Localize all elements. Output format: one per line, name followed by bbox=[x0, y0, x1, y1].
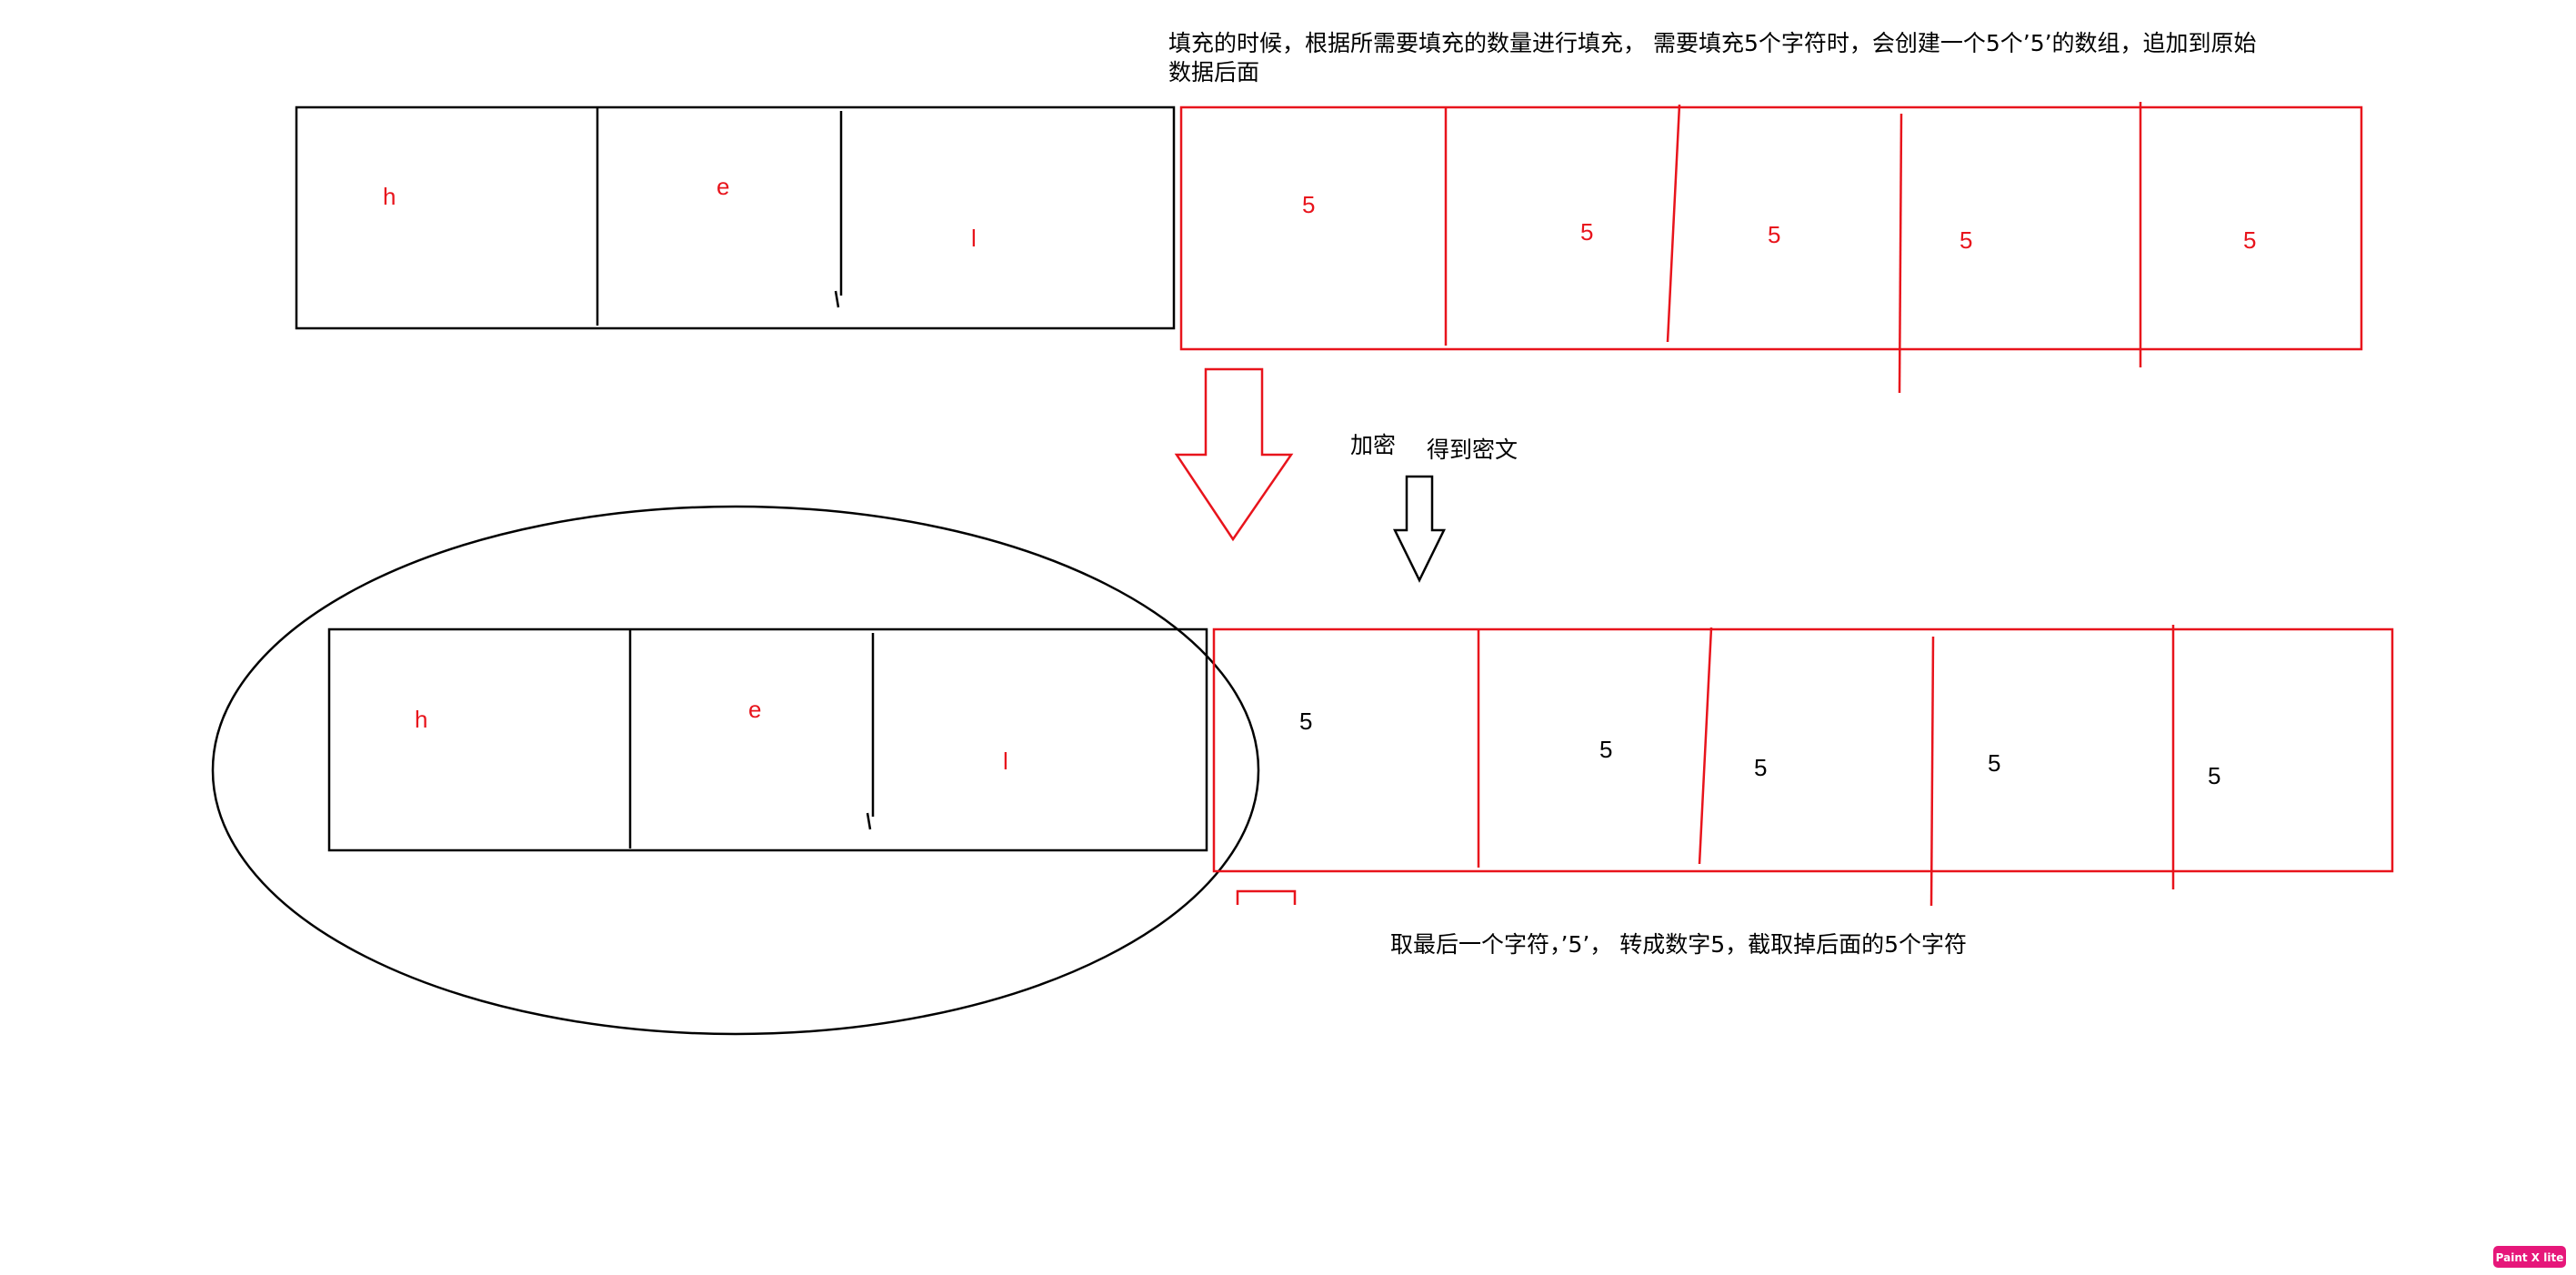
result-padding-box bbox=[1212, 627, 2394, 873]
result-padding-block: 5 5 5 5 5 bbox=[1212, 625, 2394, 907]
original-divider-tick bbox=[834, 290, 840, 308]
padding-block: 5 5 5 5 5 bbox=[1179, 102, 2363, 394]
last-char-bracket bbox=[1236, 889, 1297, 905]
original-data-block: h e l bbox=[295, 105, 1176, 330]
padding-note-line-1: 填充的时候，根据所需要填充的数量进行填充， 需要填充5个字符时，会创建一个5个’… bbox=[1168, 30, 2257, 56]
padding-divider-2 bbox=[1666, 104, 1681, 343]
recovered-data-ellipse bbox=[211, 505, 1260, 1036]
result-padding-cell-5: 5 bbox=[2208, 762, 2220, 789]
padding-cell-1: 5 bbox=[1302, 191, 1315, 218]
padding-cell-2: 5 bbox=[1580, 218, 1593, 246]
result-padding-divider-3 bbox=[1929, 636, 1935, 907]
result-cell-l: l bbox=[1003, 748, 1008, 775]
result-data-block: h e l bbox=[327, 627, 1208, 852]
original-cell-l: l bbox=[971, 225, 977, 252]
original-cell-e: e bbox=[717, 173, 729, 200]
padding-cell-3: 5 bbox=[1768, 221, 1780, 248]
padding-divider-3 bbox=[1898, 113, 1903, 394]
result-cell-e: e bbox=[748, 696, 761, 723]
result-divider-tick bbox=[866, 812, 872, 830]
result-data-box bbox=[327, 627, 1208, 852]
original-cell-h: h bbox=[383, 183, 396, 210]
result-padding-cell-2: 5 bbox=[1599, 736, 1612, 763]
watermark-label: Paint X lite bbox=[2496, 1251, 2564, 1264]
red-down-arrow-icon bbox=[1174, 367, 1294, 542]
ciphertext-label: 得到密文 bbox=[1427, 437, 1518, 463]
padding-note-line-2: 数据后面 bbox=[1168, 59, 1259, 85]
result-padding-cell-3: 5 bbox=[1754, 754, 1767, 781]
padding-diagram: 填充的时候，根据所需要填充的数量进行填充， 需要填充5个字符时，会创建一个5个’… bbox=[211, 30, 2566, 1268]
padding-cell-4: 5 bbox=[1960, 226, 1972, 254]
result-padding-divider-2 bbox=[1698, 627, 1713, 865]
encrypt-label: 加密 bbox=[1350, 432, 1396, 458]
result-padding-cell-1: 5 bbox=[1299, 708, 1312, 735]
padding-cell-5: 5 bbox=[2243, 226, 2256, 254]
result-cell-h: h bbox=[415, 706, 427, 733]
unpad-note: 取最后一个字符，’5’， 转成数字5，截取掉后面的5个字符 bbox=[1390, 931, 1967, 958]
paint-x-lite-watermark: Paint X lite bbox=[2493, 1246, 2566, 1268]
original-data-box bbox=[295, 105, 1176, 330]
black-down-arrow-icon bbox=[1392, 475, 1447, 583]
result-padding-cell-4: 5 bbox=[1988, 749, 2000, 777]
